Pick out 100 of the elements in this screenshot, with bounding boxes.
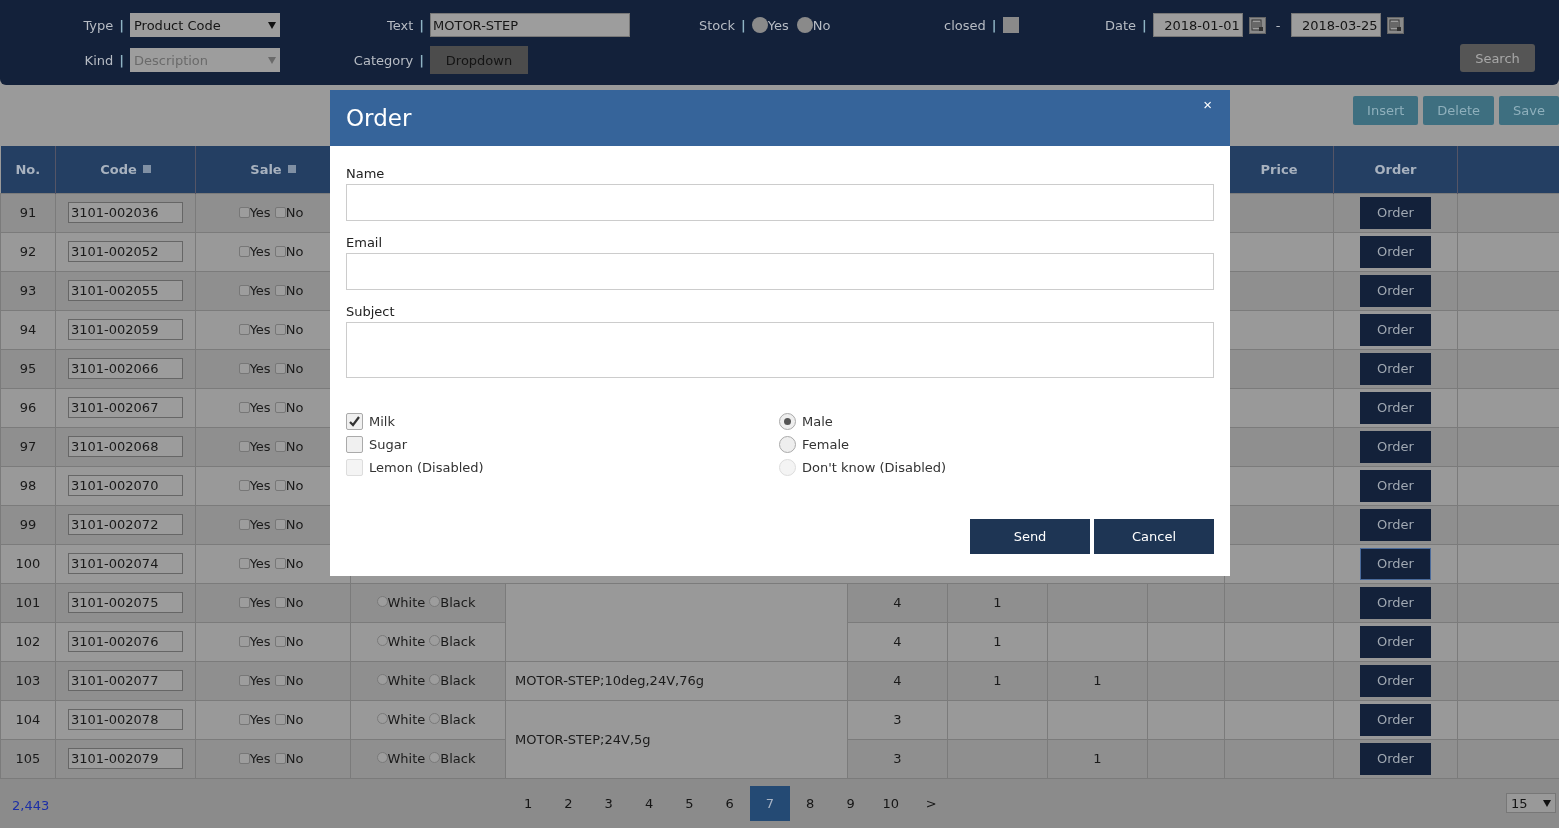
page-button[interactable]: 1: [508, 785, 549, 821]
radio-button[interactable]: [779, 436, 796, 453]
code-field[interactable]: 3101-002074: [68, 553, 183, 574]
order-button[interactable]: Order: [1360, 469, 1431, 502]
order-button[interactable]: Order: [1360, 664, 1431, 697]
code-field[interactable]: 3101-002055: [68, 280, 183, 301]
checkbox[interactable]: [346, 413, 363, 430]
code-field[interactable]: 3101-002068: [68, 436, 183, 457]
radio-button[interactable]: [779, 413, 796, 430]
checkbox[interactable]: [274, 480, 286, 491]
checkbox[interactable]: [238, 558, 250, 569]
checkbox[interactable]: [274, 363, 286, 374]
order-button[interactable]: Order: [1360, 508, 1431, 541]
checkbox[interactable]: [274, 714, 286, 725]
radio-button[interactable]: [429, 713, 441, 724]
checkbox[interactable]: [238, 207, 250, 218]
radio-button[interactable]: [376, 635, 388, 646]
checkbox[interactable]: [274, 402, 286, 413]
checkbox[interactable]: [238, 753, 250, 764]
checkbox[interactable]: [1002, 17, 1019, 33]
code-field[interactable]: 3101-002076: [68, 631, 183, 652]
input-field[interactable]: [346, 184, 1214, 221]
radio-button[interactable]: [376, 596, 388, 607]
order-button[interactable]: Order: [1360, 313, 1431, 346]
dialog-button[interactable]: Send: [970, 519, 1090, 554]
code-field[interactable]: 3101-002078: [68, 709, 183, 730]
calendar-icon[interactable]: [1248, 16, 1266, 34]
page-button[interactable]: 9: [830, 785, 871, 821]
code-field[interactable]: 3101-002052: [68, 241, 183, 262]
checkbox[interactable]: [238, 441, 250, 452]
text-field[interactable]: MOTOR-STEP: [430, 13, 630, 37]
code-field[interactable]: 3101-002079: [68, 748, 183, 769]
order-button[interactable]: Order: [1360, 235, 1431, 268]
checkbox[interactable]: [274, 558, 286, 569]
checkbox[interactable]: [274, 597, 286, 608]
close-button[interactable]: ×: [1199, 96, 1216, 113]
code-field[interactable]: 3101-002066: [68, 358, 183, 379]
checkbox[interactable]: [238, 402, 250, 413]
search-button[interactable]: Search: [1460, 44, 1535, 72]
checkbox[interactable]: [274, 246, 286, 257]
checkbox[interactable]: [274, 285, 286, 296]
radio-button[interactable]: [376, 752, 388, 763]
subject-field[interactable]: [346, 322, 1214, 378]
checkbox[interactable]: [238, 363, 250, 374]
page-button[interactable]: 10: [870, 785, 911, 821]
checkbox[interactable]: [274, 636, 286, 647]
order-button[interactable]: Order: [1360, 586, 1431, 619]
calendar-icon[interactable]: [1386, 16, 1404, 34]
page-button[interactable]: 4: [628, 785, 670, 821]
checkbox[interactable]: [274, 207, 286, 218]
page-button[interactable]: 6: [709, 785, 750, 821]
radio-button[interactable]: [376, 713, 388, 724]
page-button[interactable]: 3: [588, 785, 629, 821]
order-button[interactable]: Order: [1360, 391, 1431, 424]
checkbox[interactable]: [238, 519, 250, 530]
date-field[interactable]: 2018-01-01: [1152, 13, 1243, 37]
checkbox[interactable]: [238, 636, 250, 647]
page-button[interactable]: 8: [790, 785, 831, 821]
order-button[interactable]: Order: [1360, 430, 1431, 463]
page-button[interactable]: 7: [749, 785, 791, 821]
code-field[interactable]: 3101-002072: [68, 514, 183, 535]
radio-button[interactable]: [429, 635, 441, 646]
code-field[interactable]: 3101-002036: [68, 202, 183, 223]
radio-button[interactable]: [796, 17, 813, 33]
radio-button[interactable]: [751, 17, 768, 33]
order-button[interactable]: Order: [1360, 352, 1431, 385]
radio-button[interactable]: [429, 752, 441, 763]
checkbox[interactable]: [274, 753, 286, 764]
checkbox[interactable]: [274, 441, 286, 452]
checkbox[interactable]: [238, 714, 250, 725]
code-field[interactable]: 3101-002067: [68, 397, 183, 418]
page-size-select[interactable]: 15: [1506, 793, 1556, 813]
column-header[interactable]: Code: [55, 146, 196, 193]
code-field[interactable]: 3101-002059: [68, 319, 183, 340]
checkbox[interactable]: [238, 675, 250, 686]
checkbox[interactable]: [274, 519, 286, 530]
checkbox[interactable]: [238, 246, 250, 257]
code-field[interactable]: 3101-002075: [68, 592, 183, 613]
dialog-button[interactable]: Cancel: [1094, 519, 1214, 554]
code-field[interactable]: 3101-002077: [68, 670, 183, 691]
checkbox[interactable]: [238, 480, 250, 491]
page-button[interactable]: 2: [548, 785, 589, 821]
radio-button[interactable]: [376, 674, 388, 685]
checkbox[interactable]: [346, 436, 363, 453]
order-button[interactable]: Order: [1360, 274, 1431, 307]
next-page-button[interactable]: >: [910, 785, 952, 821]
date-field[interactable]: 2018-03-25: [1290, 13, 1381, 37]
order-button[interactable]: Order: [1360, 742, 1431, 775]
order-button[interactable]: Order: [1360, 547, 1431, 580]
checkbox[interactable]: [238, 324, 250, 335]
checkbox[interactable]: [238, 285, 250, 296]
select-field[interactable]: Product Code: [130, 13, 280, 37]
order-button[interactable]: Order: [1360, 703, 1431, 736]
checkbox[interactable]: [238, 597, 250, 608]
order-button[interactable]: Order: [1360, 196, 1431, 229]
code-field[interactable]: 3101-002070: [68, 475, 183, 496]
page-button[interactable]: 5: [669, 785, 710, 821]
checkbox[interactable]: [274, 675, 286, 686]
checkbox[interactable]: [274, 324, 286, 335]
radio-button[interactable]: [429, 596, 441, 607]
